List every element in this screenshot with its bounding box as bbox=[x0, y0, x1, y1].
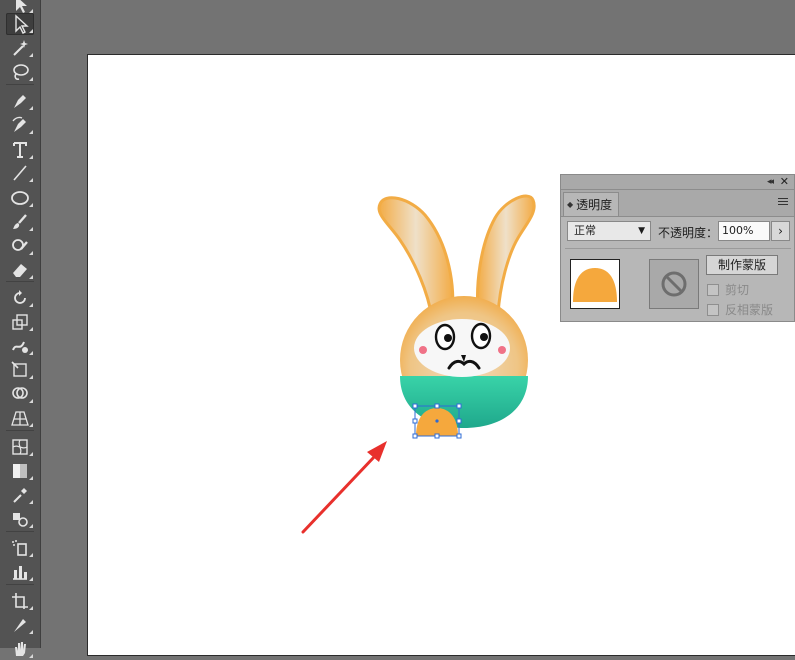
invert-mask-label: 反相蒙版 bbox=[725, 303, 774, 317]
clip-checkbox-box[interactable] bbox=[707, 283, 719, 296]
collapse-panel-icon[interactable]: ◂◂ bbox=[767, 175, 774, 189]
semicircle-thumbnail-icon bbox=[573, 268, 617, 302]
mask-thumbnail[interactable] bbox=[649, 259, 699, 309]
invert-mask-checkbox-box[interactable] bbox=[707, 303, 719, 316]
opacity-input[interactable]: 100% bbox=[718, 221, 770, 241]
clip-label: 剪切 bbox=[725, 283, 750, 297]
blend-mode-select[interactable]: 正常 ▼ bbox=[567, 221, 651, 241]
opacity-label: 不透明度： bbox=[658, 226, 719, 240]
panel-menu-icon[interactable] bbox=[778, 198, 788, 207]
chevron-down-icon: ▼ bbox=[638, 226, 645, 236]
opacity-dropdown-button[interactable]: › bbox=[771, 221, 790, 241]
blend-mode-value: 正常 bbox=[574, 224, 596, 237]
clip-checkbox[interactable]: 剪切 bbox=[707, 281, 749, 298]
object-thumbnail[interactable] bbox=[570, 259, 620, 309]
panel-title-bar[interactable]: ◂◂ ✕ bbox=[561, 175, 794, 190]
face-mask bbox=[414, 319, 510, 377]
left-ear bbox=[377, 196, 455, 320]
transparency-panel: ◂◂ ✕ ◆ 透明度 正常 ▼ 不透明度： 100% › 制作蒙版 剪切 反相蒙… bbox=[560, 174, 795, 322]
tab-transparency[interactable]: ◆ 透明度 bbox=[563, 192, 619, 216]
panel-divider bbox=[565, 248, 791, 249]
left-pupil bbox=[444, 334, 452, 342]
right-cheek bbox=[498, 346, 506, 354]
tab-toggle-icon[interactable]: ◆ bbox=[567, 200, 573, 209]
opacity-row: 正常 ▼ 不透明度： 100% › bbox=[567, 221, 791, 243]
panel-tab-row: ◆ 透明度 bbox=[561, 190, 794, 217]
artwork-layer bbox=[301, 194, 536, 534]
invert-mask-checkbox[interactable]: 反相蒙版 bbox=[707, 301, 773, 318]
annotation-arrow bbox=[301, 441, 387, 534]
no-mask-icon bbox=[661, 271, 687, 297]
left-cheek bbox=[419, 346, 427, 354]
tab-transparency-label: 透明度 bbox=[576, 198, 613, 212]
rabbit-illustration[interactable] bbox=[377, 194, 536, 428]
right-ear bbox=[476, 194, 536, 316]
close-icon[interactable]: ✕ bbox=[780, 175, 789, 188]
tool-flyout-icon bbox=[29, 654, 33, 658]
make-mask-button[interactable]: 制作蒙版 bbox=[706, 255, 778, 275]
right-pupil bbox=[480, 333, 488, 341]
